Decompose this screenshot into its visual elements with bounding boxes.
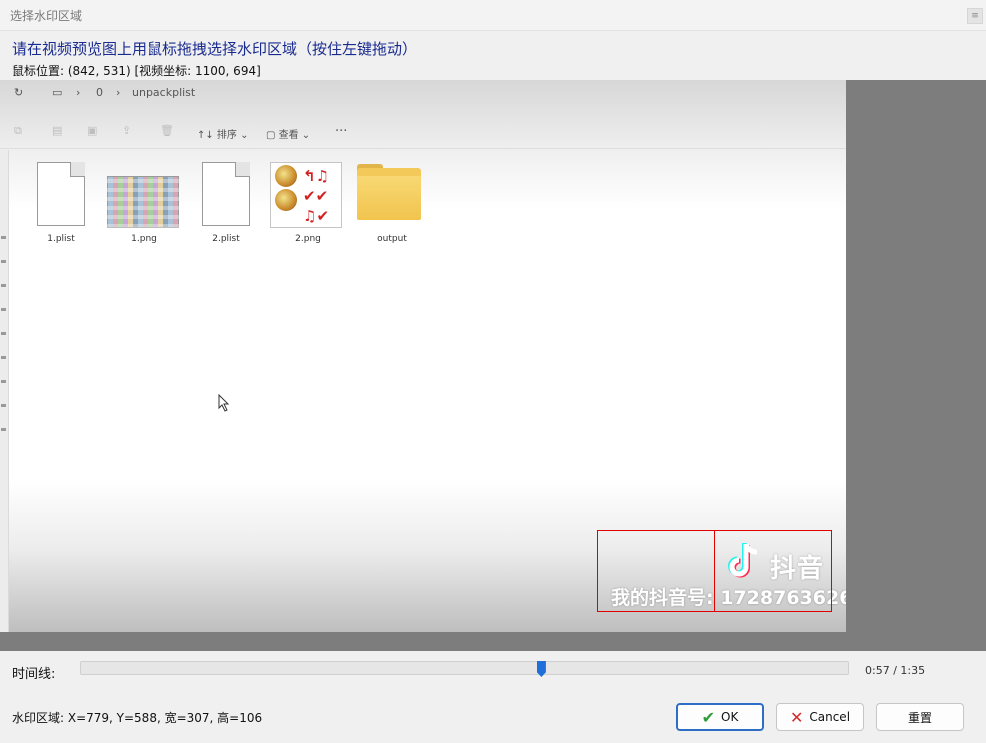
view-menu: ▢ 查看 ⌄: [266, 130, 311, 141]
chevron-right-icon: ›: [116, 86, 121, 99]
timeline-label: 时间线:: [12, 667, 56, 682]
monitor-icon: ▭: [52, 86, 63, 99]
title-bar: 选择水印区域 ≡: [0, 0, 986, 31]
breadcrumb-unpackplist: unpackplist: [132, 86, 196, 99]
refresh-icon: ↻: [14, 86, 24, 99]
reset-button[interactable]: 重置: [876, 703, 964, 731]
window-title: 选择水印区域: [10, 9, 83, 23]
more-icon: ···: [335, 124, 348, 139]
explorer-toolbar: ⧉ ▤ ▣ ⇪ 🗑 ↑↓ 排序 ⌄ ▢ 查看 ⌄ ···: [0, 118, 846, 149]
ok-button[interactable]: ✔ OK: [676, 703, 764, 731]
delete-icon: 🗑: [160, 124, 174, 137]
breadcrumb-0: 0: [96, 86, 103, 99]
mouse-cursor-icon: [218, 394, 230, 412]
reset-label: 重置: [907, 710, 932, 725]
timeline-time: 0:57 / 1:35: [865, 664, 926, 677]
window-menu-button[interactable]: ≡: [967, 8, 983, 24]
sort-menu: ↑↓ 排序 ⌄: [197, 130, 249, 141]
nav-pane-edge: [0, 150, 9, 632]
paste-icon: ▤: [52, 124, 63, 137]
timeline-slider-track[interactable]: [80, 661, 849, 675]
cancel-button[interactable]: ✕ Cancel: [776, 703, 864, 731]
explorer-address-bar: ↻ ▭ › 0 › unpackplist: [0, 80, 846, 106]
checkmark-icon: ✔: [701, 707, 716, 727]
file-name: 2.png: [295, 234, 321, 244]
instruction-text: 请在视频预览图上用鼠标拖拽选择水印区域（按住左键拖动）: [12, 40, 418, 58]
file-name: 2.plist: [212, 234, 240, 244]
file-name: 1.png: [131, 234, 157, 244]
mouse-position-readout: 鼠标位置: (842, 531) [视频坐标: 1100, 694]: [12, 64, 261, 78]
ok-label: OK: [721, 710, 739, 724]
cancel-label: Cancel: [809, 710, 851, 724]
chevron-right-icon: ›: [76, 86, 81, 99]
rename-icon: ▣: [87, 124, 98, 137]
selection-divider: [714, 531, 715, 611]
file-name: 1.plist: [47, 234, 75, 244]
folder-name: output: [377, 234, 407, 244]
share-icon: ⇪: [122, 124, 132, 137]
close-icon: ✕: [789, 707, 804, 727]
region-info: 水印区域: X=779, Y=588, 宽=307, 高=106: [12, 711, 263, 725]
copy-icon: ⧉: [14, 124, 22, 137]
image-thumbnail: ↰♫ ✔✔ ♫✔: [270, 162, 342, 228]
